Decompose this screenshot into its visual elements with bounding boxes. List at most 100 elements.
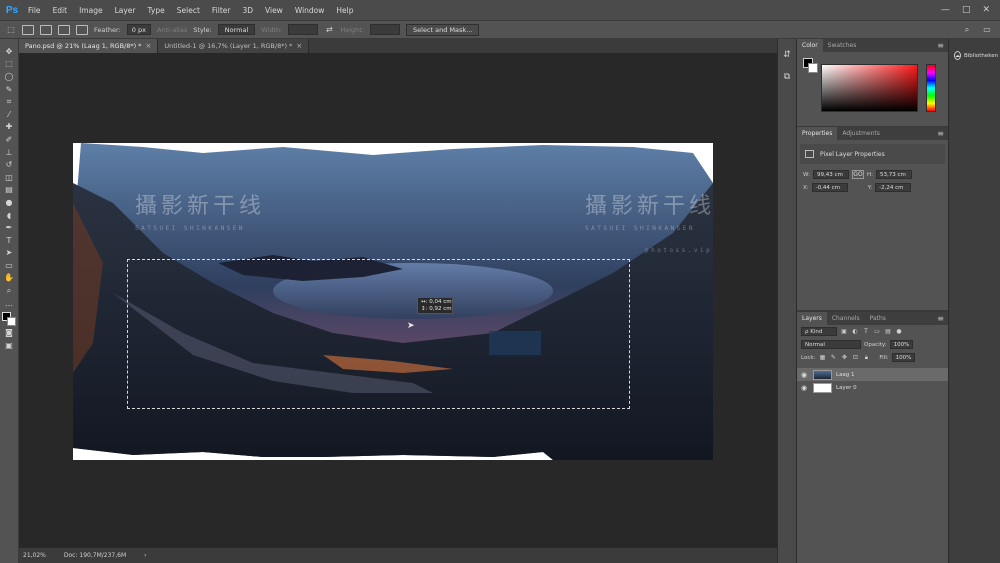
libraries-button[interactable]: ☁ Bibliotheken [949,39,1000,72]
move-tool-icon[interactable]: ✥ [2,45,16,58]
filter-shape-icon[interactable]: ▭ [873,328,881,336]
menu-type[interactable]: Type [142,6,171,15]
blend-mode-select[interactable]: Normal [801,340,861,349]
tab-paths[interactable]: Paths [865,312,891,325]
maximize-icon[interactable]: □ [962,5,971,15]
workspace-icon[interactable]: ▭ [982,25,992,35]
lock-transparent-icon[interactable]: ▦ [818,354,826,362]
hand-icon[interactable]: ✋ [2,272,16,285]
path-selection-icon[interactable]: ➤ [2,247,16,260]
swap-dimensions-icon[interactable]: ⇄ [324,25,334,35]
crop-icon[interactable]: ⌗ [2,95,16,108]
gradient-icon[interactable]: ▤ [2,184,16,197]
status-menu-arrow-icon[interactable]: › [144,552,146,559]
history-icon[interactable]: ⇵ [781,49,793,61]
properties-icon[interactable]: ⧉ [781,71,793,83]
feather-input[interactable]: 0 px [126,24,151,35]
tab-layers[interactable]: Layers [797,312,827,325]
healing-brush-icon[interactable]: ✚ [2,121,16,134]
height-input[interactable] [370,24,401,35]
add-selection-icon[interactable] [40,24,52,35]
panel-background-swatch[interactable] [808,63,818,73]
rectangular-marquee-icon[interactable]: ⬚ [2,58,16,71]
fill-field[interactable]: 100% [891,353,916,362]
tab-color[interactable]: Color [797,39,823,52]
menu-edit[interactable]: Edit [47,6,74,15]
x-field[interactable]: -0,44 cm [811,183,848,192]
close-tab-icon[interactable]: × [296,42,302,50]
layer-row-layer-0[interactable]: ◉ Layer 0 [797,381,948,394]
document-canvas[interactable]: 攝影新干线 SATSUEI SHINKANSEN 攝影新干线 SATSUEI S… [73,143,713,460]
select-and-mask-button[interactable]: Select and Mask... [406,23,480,36]
panel-menu-icon[interactable]: ≡ [937,314,948,323]
menu-layer[interactable]: Layer [109,6,142,15]
canvas-area[interactable]: 攝影新干线 SATSUEI SHINKANSEN 攝影新干线 SATSUEI S… [19,53,777,547]
intersect-selection-icon[interactable] [76,24,88,35]
pen-icon[interactable]: ✒ [2,221,16,234]
quick-selection-icon[interactable]: ✎ [2,83,16,96]
new-selection-icon[interactable] [22,24,34,35]
filter-pixel-icon[interactable]: ▣ [840,328,848,336]
dodge-icon[interactable]: ◖ [2,209,16,222]
height-field[interactable]: 53,73 cm [875,170,912,179]
style-select[interactable]: Normal [217,24,256,35]
kind-filter-select[interactable]: ρ Kind [801,327,837,336]
visibility-eye-icon[interactable]: ◉ [801,384,809,392]
quick-mask-icon[interactable]: ◙ [2,326,16,339]
visibility-eye-icon[interactable]: ◉ [801,371,809,379]
subtract-selection-icon[interactable] [58,24,70,35]
filter-type-icon[interactable]: T [862,328,870,336]
filter-toggle-icon[interactable]: ● [895,328,903,336]
menu-select[interactable]: Select [171,6,206,15]
eraser-icon[interactable]: ◫ [2,171,16,184]
zoom-icon[interactable]: ⌕ [2,284,16,297]
lasso-icon[interactable]: ◯ [2,70,16,83]
opacity-field[interactable]: 100% [889,340,914,349]
tab-pano[interactable]: Pano.psd @ 21% (Laag 1, RGB/8*) * × [19,39,159,53]
lock-artboard-icon[interactable]: ⊡ [851,354,859,362]
brush-icon[interactable]: ✐ [2,133,16,146]
type-icon[interactable]: T [2,234,16,247]
filter-smart-object-icon[interactable]: ▤ [884,328,892,336]
tab-channels[interactable]: Channels [827,312,865,325]
more-tools-icon[interactable]: … [2,297,16,310]
history-brush-icon[interactable]: ↺ [2,158,16,171]
screen-mode-icon[interactable]: ▣ [2,339,16,352]
menu-file[interactable]: File [22,6,47,15]
blur-icon[interactable]: ● [2,196,16,209]
minimize-icon[interactable]: — [941,5,950,15]
panel-menu-icon[interactable]: ≡ [937,129,948,138]
menu-3d[interactable]: 3D [236,6,259,15]
color-swatches[interactable] [2,312,16,327]
marquee-preset-icon[interactable]: ⬚ [6,25,16,35]
menu-window[interactable]: Window [289,6,331,15]
width-input[interactable] [288,24,319,35]
color-picker-field[interactable] [821,64,918,112]
tab-swatches[interactable]: Swatches [823,39,862,52]
link-dimensions-icon[interactable]: GO [851,170,864,179]
filter-adjustment-icon[interactable]: ◐ [851,328,859,336]
panel-menu-icon[interactable]: ≡ [937,41,948,50]
y-field[interactable]: -2,24 cm [875,183,912,192]
menu-view[interactable]: View [259,6,289,15]
menu-image[interactable]: Image [73,6,109,15]
background-color-swatch[interactable] [7,317,16,327]
tab-properties[interactable]: Properties [797,127,838,140]
lock-all-icon[interactable]: 🔒︎ [862,354,870,362]
marquee-selection[interactable] [127,259,630,409]
hue-slider[interactable] [926,64,936,112]
antialias-checkbox[interactable]: Anti-alias [157,26,187,34]
menu-help[interactable]: Help [330,6,359,15]
close-icon[interactable]: ✕ [982,5,990,15]
lock-image-icon[interactable]: ✎ [829,354,837,362]
search-icon[interactable]: ⌕ [962,25,972,35]
menu-filter[interactable]: Filter [206,6,237,15]
tab-untitled[interactable]: Untitled-1 @ 16,7% (Layer 1, RGB/8*) * × [158,39,310,53]
close-tab-icon[interactable]: × [145,42,151,50]
rectangle-shape-icon[interactable]: ▭ [2,259,16,272]
layer-row-laag-1[interactable]: ◉ Laag 1 [797,368,948,381]
lock-position-icon[interactable]: ✥ [840,354,848,362]
width-field[interactable]: 99,43 cm [812,170,849,179]
clone-stamp-icon[interactable]: ⊥ [2,146,16,159]
tab-adjustments[interactable]: Adjustments [837,127,885,140]
